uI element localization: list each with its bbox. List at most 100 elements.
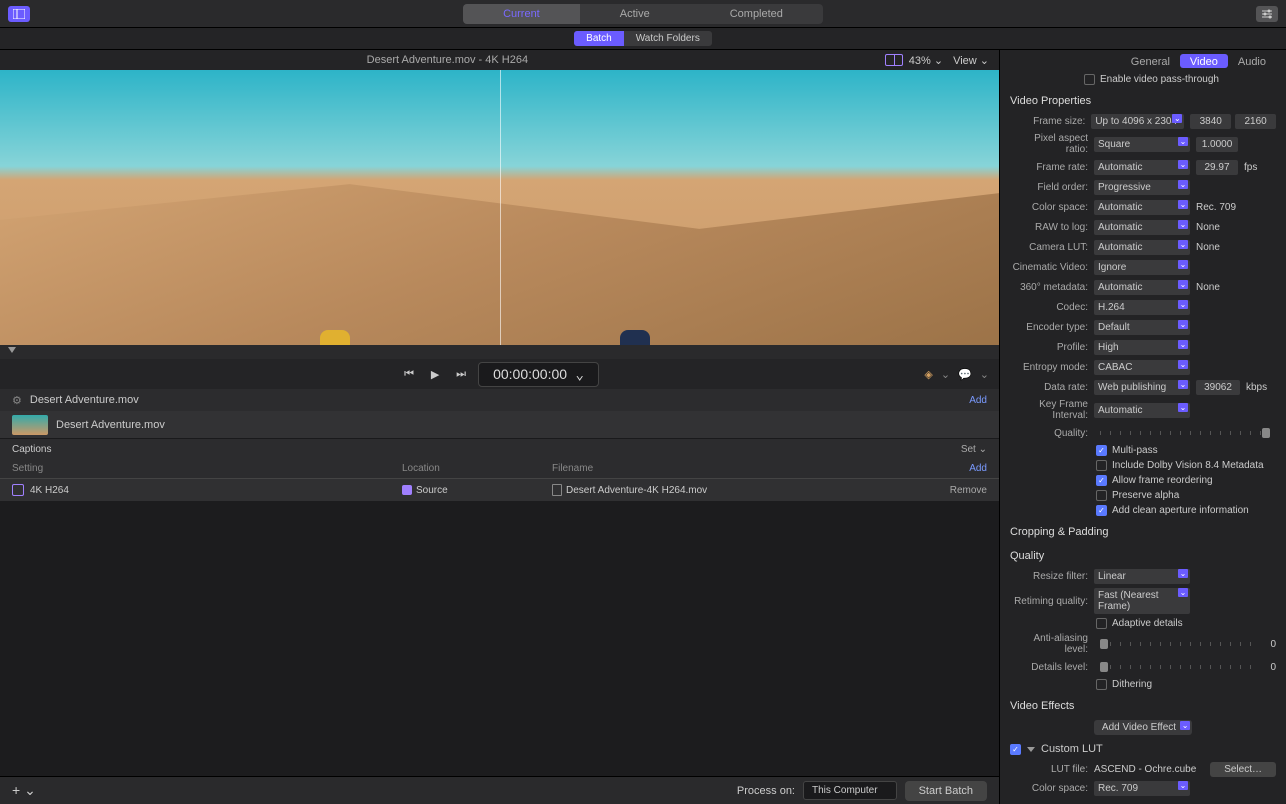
cinematic-label: Cinematic Video: <box>1010 262 1088 273</box>
meta360-select[interactable]: Automatic <box>1094 280 1190 295</box>
zoom-dropdown[interactable]: 43% ⌄ <box>909 54 943 67</box>
resize-select[interactable]: Linear <box>1094 569 1190 584</box>
framerate-field[interactable]: 29.97 <box>1196 160 1238 175</box>
setting-row[interactable]: 4K H264 Source Desert Adventure-4K H264.… <box>0 479 999 501</box>
raw-select[interactable]: Automatic <box>1094 220 1190 235</box>
retime-select[interactable]: Fast (Nearest Frame) <box>1094 588 1190 614</box>
add-video-effect-dropdown[interactable]: Add Video Effect <box>1094 720 1192 735</box>
timeline[interactable] <box>0 345 999 359</box>
dolby-checkbox[interactable] <box>1096 460 1107 471</box>
customlut-checkbox[interactable] <box>1010 744 1021 755</box>
tab-audio[interactable]: Audio <box>1228 54 1276 68</box>
tab-watch-folders[interactable]: Watch Folders <box>624 31 712 46</box>
disclosure-icon[interactable] <box>1027 747 1035 752</box>
details-value: 0 <box>1270 662 1276 673</box>
playhead-icon[interactable] <box>8 347 16 353</box>
framerate-select[interactable]: Automatic <box>1094 160 1190 175</box>
dither-label: Dithering <box>1112 679 1152 690</box>
tab-general[interactable]: General <box>1121 54 1180 68</box>
camlut-select[interactable]: Automatic <box>1094 240 1190 255</box>
colorspace-resolved: Rec. 709 <box>1196 202 1236 213</box>
colorspace-select[interactable]: Automatic <box>1094 200 1190 215</box>
tab-active[interactable]: Active <box>580 4 690 24</box>
col-location: Location <box>402 463 552 474</box>
section-cropping[interactable]: Cropping & Padding <box>1000 518 1286 542</box>
play-button[interactable]: ▶ <box>426 365 444 383</box>
preview-title: Desert Adventure.mov - 4K H264 <box>10 54 885 66</box>
marker-button[interactable]: ◈ <box>924 368 932 381</box>
datarate-select[interactable]: Web publishing <box>1094 380 1190 395</box>
passthrough-label: Enable video pass-through <box>1100 74 1219 85</box>
lutcs-select[interactable]: Rec. 709 <box>1094 781 1190 796</box>
sidebar-toggle-button[interactable] <box>8 6 30 22</box>
entropy-select[interactable]: CABAC <box>1094 360 1190 375</box>
aperture-checkbox[interactable] <box>1096 505 1107 516</box>
add-job-link[interactable]: Add <box>969 395 987 406</box>
tab-video[interactable]: Video <box>1180 54 1228 68</box>
tab-completed[interactable]: Completed <box>690 4 823 24</box>
comparison-icon[interactable] <box>885 54 903 66</box>
reorder-checkbox[interactable] <box>1096 475 1107 486</box>
passthrough-checkbox[interactable] <box>1084 74 1095 85</box>
frame-height-field[interactable]: 2160 <box>1235 114 1276 129</box>
folder-icon <box>402 485 412 495</box>
dither-checkbox[interactable] <box>1096 679 1107 690</box>
par-select[interactable]: Square <box>1094 137 1190 152</box>
job-thumbnail <box>12 415 48 435</box>
profile-select[interactable]: High <box>1094 340 1190 355</box>
datarate-field[interactable]: 39062 <box>1196 380 1240 395</box>
job-row[interactable]: Desert Adventure.mov <box>0 411 999 439</box>
codec-select[interactable]: H.264 <box>1094 300 1190 315</box>
captions-button[interactable]: 💬 <box>958 368 972 381</box>
frame-size-select[interactable]: Up to 4096 x 2304 <box>1091 114 1184 129</box>
lutcs-label: Color space: <box>1010 783 1088 794</box>
entropy-label: Entropy mode: <box>1010 362 1088 373</box>
keyframe-label: Key Frame Interval: <box>1010 399 1088 421</box>
inspector-panel: General Video Audio Enable video pass-th… <box>1000 50 1286 804</box>
view-dropdown[interactable]: View ⌄ <box>953 54 989 67</box>
details-slider[interactable] <box>1100 665 1258 669</box>
codec-label: Codec: <box>1010 302 1088 313</box>
lutfile-select-button[interactable]: Select… <box>1210 762 1276 777</box>
preview-viewport[interactable] <box>0 70 999 345</box>
keyframe-select[interactable]: Automatic <box>1094 403 1190 418</box>
remove-setting-link[interactable]: Remove <box>950 485 987 496</box>
cinematic-select[interactable]: Ignore <box>1094 260 1190 275</box>
alpha-label: Preserve alpha <box>1112 490 1179 501</box>
frame-width-field[interactable]: 3840 <box>1190 114 1231 129</box>
process-target-dropdown[interactable]: This Computer <box>803 781 897 800</box>
encoder-select[interactable]: Default <box>1094 320 1190 335</box>
lutfile-label: LUT file: <box>1010 764 1088 775</box>
start-batch-button[interactable]: Start Batch <box>905 781 987 801</box>
aa-slider[interactable] <box>1100 642 1258 646</box>
par-value-field[interactable]: 1.0000 <box>1196 137 1238 152</box>
section-video-effects: Video Effects <box>1000 692 1286 716</box>
next-frame-button[interactable]: ⏭ <box>452 365 470 383</box>
comparison-split-line[interactable] <box>500 70 501 345</box>
captions-set-dropdown[interactable]: Set ⌄ <box>961 444 987 455</box>
captions-row: Captions Set ⌄ <box>0 439 999 459</box>
section-quality[interactable]: Quality <box>1000 542 1286 566</box>
tab-current[interactable]: Current <box>463 4 580 24</box>
camlut-resolved: None <box>1196 242 1220 253</box>
batch-group-header: ⚙ Desert Adventure.mov Add <box>0 389 999 411</box>
lutfile-value: ASCEND - Ochre.cube <box>1094 764 1196 775</box>
raw-label: RAW to log: <box>1010 222 1088 233</box>
inspector-toggle-button[interactable] <box>1256 6 1278 22</box>
col-setting: Setting <box>12 463 402 474</box>
field-order-select[interactable]: Progressive <box>1094 180 1190 195</box>
add-menu-button[interactable]: + ⌄ <box>12 782 36 799</box>
add-setting-link[interactable]: Add <box>927 463 987 474</box>
adaptive-checkbox[interactable] <box>1096 618 1107 629</box>
multipass-checkbox[interactable] <box>1096 445 1107 456</box>
file-icon <box>552 484 562 496</box>
timecode-display[interactable]: 00:00:00:00 ⌄ <box>478 362 599 387</box>
alpha-checkbox[interactable] <box>1096 490 1107 501</box>
top-toolbar: Current Active Completed <box>0 0 1286 28</box>
location-name: Source <box>416 485 448 496</box>
par-label: Pixel aspect ratio: <box>1010 133 1088 155</box>
prev-frame-button[interactable]: ⏮ <box>400 365 418 383</box>
quality-slider[interactable] <box>1100 431 1270 435</box>
columns-header: Setting Location Filename Add <box>0 459 999 479</box>
tab-batch[interactable]: Batch <box>574 31 624 46</box>
